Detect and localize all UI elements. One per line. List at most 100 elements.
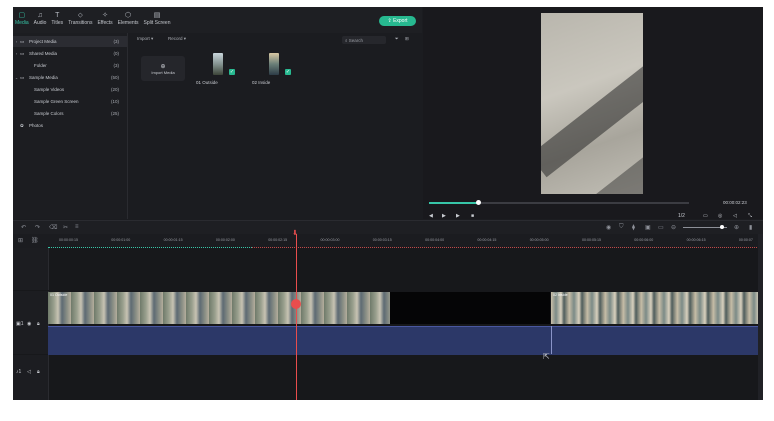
transitions-icon: ⬦ [77,12,83,19]
sidebar-item-sample-videos[interactable]: Sample Videos (20) [13,84,127,95]
fullscreen-icon[interactable]: ⤡ [748,213,752,219]
preview-timecode: 00:00:02:23 [723,200,747,205]
zoom-slider-handle[interactable] [720,225,724,229]
media-content-area: Import ▾ Record ▾ ⌕ Search ⏷ ⊞ ⊕ Import … [128,33,422,219]
audio-track-lane[interactable] [48,326,758,355]
sidebar-item-sample-green-screen[interactable]: Sample Green Screen (10) [13,96,127,107]
step-back-icon[interactable]: ◀︎ [429,213,433,219]
tab-label: Effects [97,20,113,26]
timeline-scrollbar[interactable] [758,234,763,400]
scrubber-handle[interactable] [476,200,481,205]
ruler-tick-label: 00:00:00:15 [59,238,78,242]
chevron-icon: › [15,39,18,44]
shield-icon[interactable]: ⛉ [619,224,624,231]
item-count: (25) [110,111,119,116]
export-button[interactable]: ⇪ Export [379,16,416,26]
redo-icon[interactable]: ↷ [35,224,40,231]
frame-shadow [541,56,643,178]
zoom-out-icon[interactable]: ⊖ [671,224,676,231]
add-track-icon[interactable]: ⊞ [18,237,23,244]
play-icon[interactable]: ▶ [456,213,460,219]
search-input[interactable]: ⌕ Search [342,36,386,44]
folder-icon: ▭ [20,50,25,56]
step-forward-icon[interactable]: ▶︎ [442,213,446,219]
ruler-tick-label: 00:00:06:15 [686,238,706,242]
empty-gap [390,292,550,324]
marker-icon[interactable]: ⧫ [632,224,635,231]
tab-audio[interactable]: ♫ Audio [34,11,47,26]
ruler-tick-label: 00:00:01:15 [163,238,183,242]
media-tabs-bar: ▢ Media ♫ Audio T Titles ⬦ Transitions ✧ Effects ⬡… [13,7,422,34]
video-clip-inside[interactable]: 02 Inside [551,292,758,324]
import-dropdown[interactable]: Import ▾ [137,36,153,42]
video-track-icon: ▣1 [16,321,24,327]
tab-media[interactable]: ▢ Media [15,11,29,26]
undo-icon[interactable]: ↶ [21,224,26,231]
zoom-in-icon[interactable]: ⊕ [734,224,739,231]
ruler-tick-label: 00:00:05:15 [582,238,601,242]
caption-icon[interactable]: ▭ [658,224,664,231]
sidebar-item-photos[interactable]: ✿ Photos [13,120,127,131]
audio-track-header: ♪1 ◁ 🔒︎ [13,355,49,400]
preview-scrubber[interactable] [429,200,689,205]
layout-icon[interactable]: ▮ [749,224,752,231]
sidebar-item-label: Sample Green Screen [34,99,79,104]
import-media-tile[interactable]: ⊕ Import Media [141,56,185,81]
sidebar-item-sample-media[interactable]: ⌄ ▭ Sample Media (50) [13,72,127,83]
lock-icon[interactable]: 🔒︎ [37,369,40,375]
item-count: (10) [110,99,119,104]
search-placeholder: Search [348,37,364,43]
monitor-icon[interactable]: ▭ [703,213,708,219]
tab-label: Split Screen [143,20,171,26]
grid-view-icon[interactable]: ⊞ [405,36,409,42]
video-track-header: ▣1 ◉ 🔒︎ [13,291,49,354]
timeline-ruler[interactable]: ⊞ ⛓ 00:00:00:15 00:00:01:00 00:00:01:15 00:… [13,234,763,248]
playhead-handle[interactable]: ⬇ [292,230,301,237]
tab-effects[interactable]: ✧ Effects [97,11,112,26]
eye-icon[interactable]: ◉ [27,321,31,327]
text-icon: T [55,12,60,19]
voiceover-icon[interactable]: ▣ [645,224,651,231]
item-count: (0) [113,51,120,56]
media-label-outside: 01 Outside [196,80,218,85]
tab-label: Media [15,20,29,26]
tab-label: Titles [51,20,64,26]
tab-transitions[interactable]: ⬦ Transitions [68,11,92,26]
tab-titles[interactable]: T Titles [51,11,63,26]
ruler-tick-label: 00:00:04:15 [477,238,497,242]
render-icon[interactable]: ◉ [606,224,611,231]
tab-elements[interactable]: ⬡ Elements [118,11,139,26]
tab-label: Elements [117,20,139,26]
sidebar-item-shared-media[interactable]: › ▭ Shared Media (0) [13,48,127,59]
item-count: (3) [113,39,120,44]
mute-icon[interactable]: ◁ [27,369,31,375]
record-dropdown[interactable]: Record ▾ [168,36,186,42]
elements-icon: ⬡ [125,12,132,19]
sidebar-item-project-media[interactable]: › ▭ Project Media (3) [13,36,127,47]
video-clip-outside[interactable]: 01 Outside [48,292,390,324]
ruler-tick-label: 00:00:01:00 [111,238,131,242]
stop-icon[interactable]: ■ [471,213,474,219]
item-count: (3) [113,63,120,68]
media-thumbnail-inside[interactable] [269,53,279,75]
sidebar-item-label: Sample Videos [34,87,65,92]
media-thumbnail-outside[interactable] [213,53,223,75]
adjust-icon[interactable]: ≡ [75,224,79,230]
sidebar-item-folder[interactable]: Folder (3) [13,60,127,71]
zoom-select[interactable]: 1/2 [678,213,685,219]
ruler-tick-label: 00:00:06:00 [634,238,654,242]
tab-split-screen[interactable]: ▤ Split Screen [144,11,171,26]
volume-icon[interactable]: ◁ [733,213,737,219]
filter-icon[interactable]: ⏷ [395,36,399,41]
ruler-tick-label: 00:00:05:00 [529,238,549,242]
link-icon[interactable]: ⛓ [31,237,39,244]
sidebar-item-sample-colors[interactable]: Sample Colors (25) [13,108,127,119]
snapshot-icon[interactable]: ◎ [718,213,722,219]
tab-label: Audio [33,20,47,26]
cut-icon[interactable]: ✂ [63,224,68,231]
delete-icon[interactable]: ⌫ [49,224,57,231]
lock-icon[interactable]: 🔒︎ [37,321,40,327]
playhead-line[interactable] [296,234,297,400]
media-label-inside: 02 Inside [252,80,271,85]
timeline-tracks: ▣1 ◉ 🔒︎ ♪1 ◁ 🔒︎ 01 Outside 02 Inside [13,248,763,400]
